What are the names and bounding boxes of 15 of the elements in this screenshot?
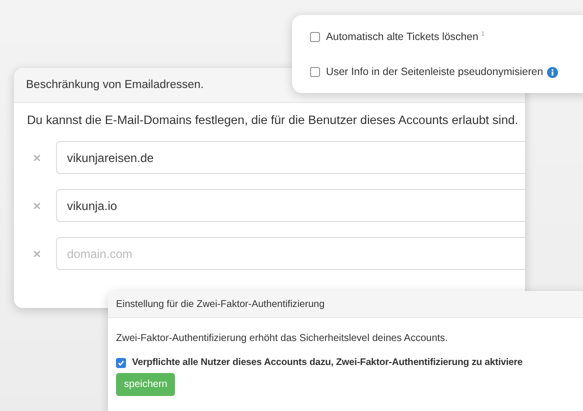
remove-icon[interactable]: [33, 250, 41, 258]
checkbox[interactable]: [310, 67, 320, 77]
remove-icon[interactable]: [33, 202, 41, 210]
domain-input-field[interactable]: domain.com: [56, 237, 525, 270]
remove-icon[interactable]: [33, 154, 41, 162]
checkbox[interactable]: [310, 32, 320, 42]
checkbox[interactable]: [116, 358, 126, 368]
description-text: Du kannst die E-Mail-Domains festlegen, die für die Benutzer dieses Accounts erlaubt sind.: [27, 113, 520, 127]
info-icon[interactable]: [547, 66, 558, 78]
domain-input-field[interactable]: vikunja.io: [56, 189, 525, 222]
description-text: Zwei-Faktor-Authentifizierung erhöht das Sicherheitslevel deines Accounts.: [116, 333, 449, 344]
option-label: Automatisch alte Tickets löschen $^{1}$: [326, 31, 485, 43]
domain-input-field[interactable]: vikunjareisen.de: [56, 141, 525, 174]
option-label: Verpflichte alle Nutzer dieses Accounts dazu, Zwei-Faktor-Authentifizierung zu aktiviere: [132, 357, 523, 368]
card-header: Einstellung für die Zwei-Faktor-Authentifizierung: [108, 291, 583, 318]
